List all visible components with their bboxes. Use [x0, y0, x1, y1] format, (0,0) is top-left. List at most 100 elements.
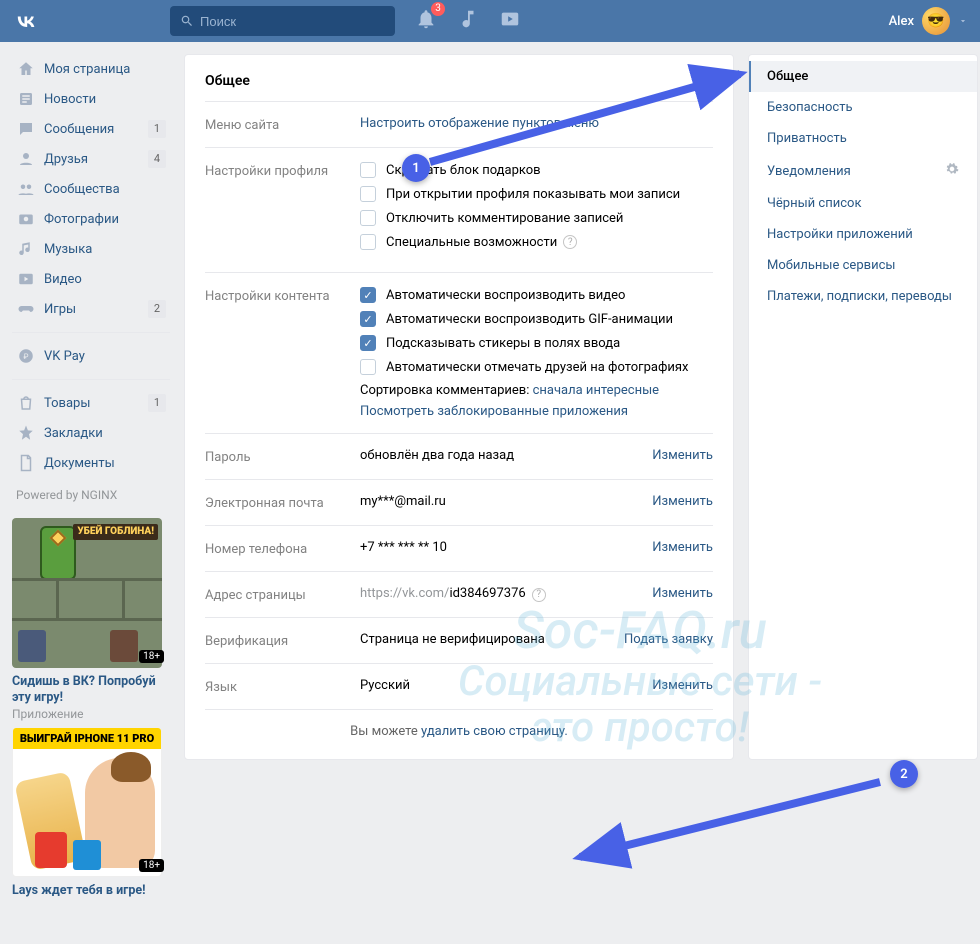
photo-icon [16, 209, 36, 229]
field-label: Язык [205, 678, 360, 695]
sidebar-item-label: Товары [44, 396, 90, 411]
checkbox[interactable] [360, 162, 376, 178]
annotation-marker-1: 1 [402, 154, 430, 182]
field-row: Парольобновлён два года назадИзменить [205, 433, 713, 479]
settings-nav-item[interactable]: Платежи, подписки, переводы [749, 281, 977, 312]
field-label: Адрес страницы [205, 586, 360, 603]
sidebar-item-news[interactable]: Новости [12, 84, 170, 114]
field-value: обновлён два года назад [360, 448, 652, 463]
checkbox-label: При открытии профиля показывать мои запи… [386, 187, 680, 202]
checkbox-row: Специальные возможности? [360, 234, 713, 250]
music-icon[interactable] [457, 8, 479, 34]
delete-page-link[interactable]: удалить свою страницу. [421, 724, 568, 739]
sidebar-item-photo[interactable]: Фотографии [12, 204, 170, 234]
field-row: ЯзыкРусскийИзменить [205, 663, 713, 709]
field-row: Номер телефона+7 *** *** ** 10Изменить [205, 525, 713, 571]
blocked-apps-link[interactable]: Посмотреть заблокированные приложения [360, 404, 628, 419]
sidebar-item-fav[interactable]: Закладки [12, 418, 170, 448]
configure-menu-link[interactable]: Настроить отображение пунктов меню [360, 116, 599, 131]
settings-nav-item[interactable]: Общее [749, 61, 977, 92]
field-label: Пароль [205, 448, 360, 465]
vk-logo[interactable] [12, 7, 40, 35]
settings-nav-label: Общее [767, 69, 808, 84]
search-icon [180, 14, 194, 28]
gear-icon[interactable] [945, 162, 959, 180]
sidebar-item-friends[interactable]: Друзья4 [12, 144, 170, 174]
checkbox[interactable] [360, 186, 376, 202]
checkbox-label: Отключить комментирование записей [386, 211, 623, 226]
sidebar-item-label: Сообщества [44, 182, 120, 197]
field-action-link[interactable]: Изменить [652, 448, 713, 463]
svg-text:₽: ₽ [24, 352, 29, 361]
video-icon[interactable] [499, 8, 521, 34]
settings-nav-label: Приватность [767, 131, 847, 146]
field-label: Номер телефона [205, 540, 360, 557]
row-site-menu: Меню сайта Настроить отображение пунктов… [205, 101, 713, 147]
ad-card-1[interactable]: УБЕЙ ГОБЛИНА! 18+ Сидишь в ВК? Попробуй … [12, 518, 170, 721]
msg-icon [16, 119, 36, 139]
powered-by: Powered by NGINX [12, 478, 170, 512]
page-title: Общее [205, 55, 713, 101]
settings-nav-item[interactable]: Безопасность [749, 92, 977, 123]
sidebar-item-games[interactable]: Игры2 [12, 294, 170, 324]
field-value: my***@mail.ru [360, 494, 652, 509]
field-action-link[interactable]: Изменить [652, 494, 713, 509]
checkbox-row: Подсказывать стикеры в полях ввода [360, 335, 713, 351]
docs-icon [16, 453, 36, 473]
checkbox-row: Автоматически воспроизводить видео [360, 287, 713, 303]
settings-nav-label: Настройки приложений [767, 227, 913, 242]
checkbox[interactable] [360, 210, 376, 226]
home-icon [16, 59, 36, 79]
sidebar-item-market[interactable]: Товары 1 [12, 388, 170, 418]
search-input[interactable] [200, 14, 385, 29]
checkbox-label: Подсказывать стикеры в полях ввода [386, 336, 620, 351]
settings-nav-item[interactable]: Настройки приложений [749, 219, 977, 250]
settings-nav-item[interactable]: Приватность [749, 123, 977, 154]
field-value: https://vk.com/id384697376? [360, 586, 652, 602]
field-value: +7 *** *** ** 10 [360, 540, 652, 555]
sidebar-item-label: Моя страница [44, 62, 130, 77]
comment-sort: Сортировка комментариев: сначала интерес… [360, 383, 713, 398]
settings-nav-item[interactable]: Чёрный список [749, 188, 977, 219]
settings-nav-item[interactable]: Уведомления [749, 154, 977, 188]
field-value: Русский [360, 678, 652, 693]
settings-nav-item[interactable]: Мобильные сервисы [749, 250, 977, 281]
news-icon [16, 89, 36, 109]
field-action-link[interactable]: Изменить [652, 678, 713, 693]
search-box[interactable] [170, 6, 395, 36]
left-sidebar: Моя страницаНовостиСообщения1Друзья4Сооб… [6, 54, 170, 905]
checkbox-row: При открытии профиля показывать мои запи… [360, 186, 713, 202]
username: Alex [889, 14, 914, 29]
help-icon[interactable]: ? [563, 235, 577, 249]
music-icon [16, 239, 36, 259]
row-profile-settings: Настройки профиля Скрывать блок подарков… [205, 147, 713, 272]
checkbox[interactable] [360, 359, 376, 375]
sidebar-item-label: VK Pay [44, 349, 85, 364]
sidebar-item-music[interactable]: Музыка [12, 234, 170, 264]
sort-link[interactable]: сначала интересные [533, 383, 659, 398]
notifications-icon[interactable]: 3 [415, 8, 437, 34]
sidebar-item-groups[interactable]: Сообщества [12, 174, 170, 204]
ad-card-2[interactable]: ВЫИГРАЙ IPHONE 11 PRO 18+ Lays ждет тебя… [12, 727, 170, 899]
field-label: Электронная почта [205, 494, 360, 511]
checkbox[interactable] [360, 335, 376, 351]
field-action-link[interactable]: Изменить [652, 586, 713, 601]
checkbox-row: Автоматически отмечать друзей на фотогра… [360, 359, 713, 375]
sidebar-item-msg[interactable]: Сообщения1 [12, 114, 170, 144]
help-icon[interactable]: ? [532, 588, 546, 602]
sidebar-item-pay[interactable]: ₽ VK Pay [12, 341, 170, 371]
field-action-link[interactable]: Подать заявку [624, 632, 713, 647]
sidebar-item-video[interactable]: Видео [12, 264, 170, 294]
sidebar-item-label: Сообщения [44, 122, 114, 137]
topbar: 3 Alex 😎 [0, 0, 980, 42]
sidebar-item-home[interactable]: Моя страница [12, 54, 170, 84]
checkbox[interactable] [360, 287, 376, 303]
settings-nav-label: Мобильные сервисы [767, 258, 895, 273]
sidebar-counter: 4 [148, 150, 166, 168]
field-action-link[interactable]: Изменить [652, 540, 713, 555]
checkbox[interactable] [360, 234, 376, 250]
sidebar-item-docs[interactable]: Документы [12, 448, 170, 478]
checkbox[interactable] [360, 311, 376, 327]
user-menu[interactable]: Alex 😎 [889, 7, 968, 35]
sidebar-counter: 1 [148, 394, 166, 412]
